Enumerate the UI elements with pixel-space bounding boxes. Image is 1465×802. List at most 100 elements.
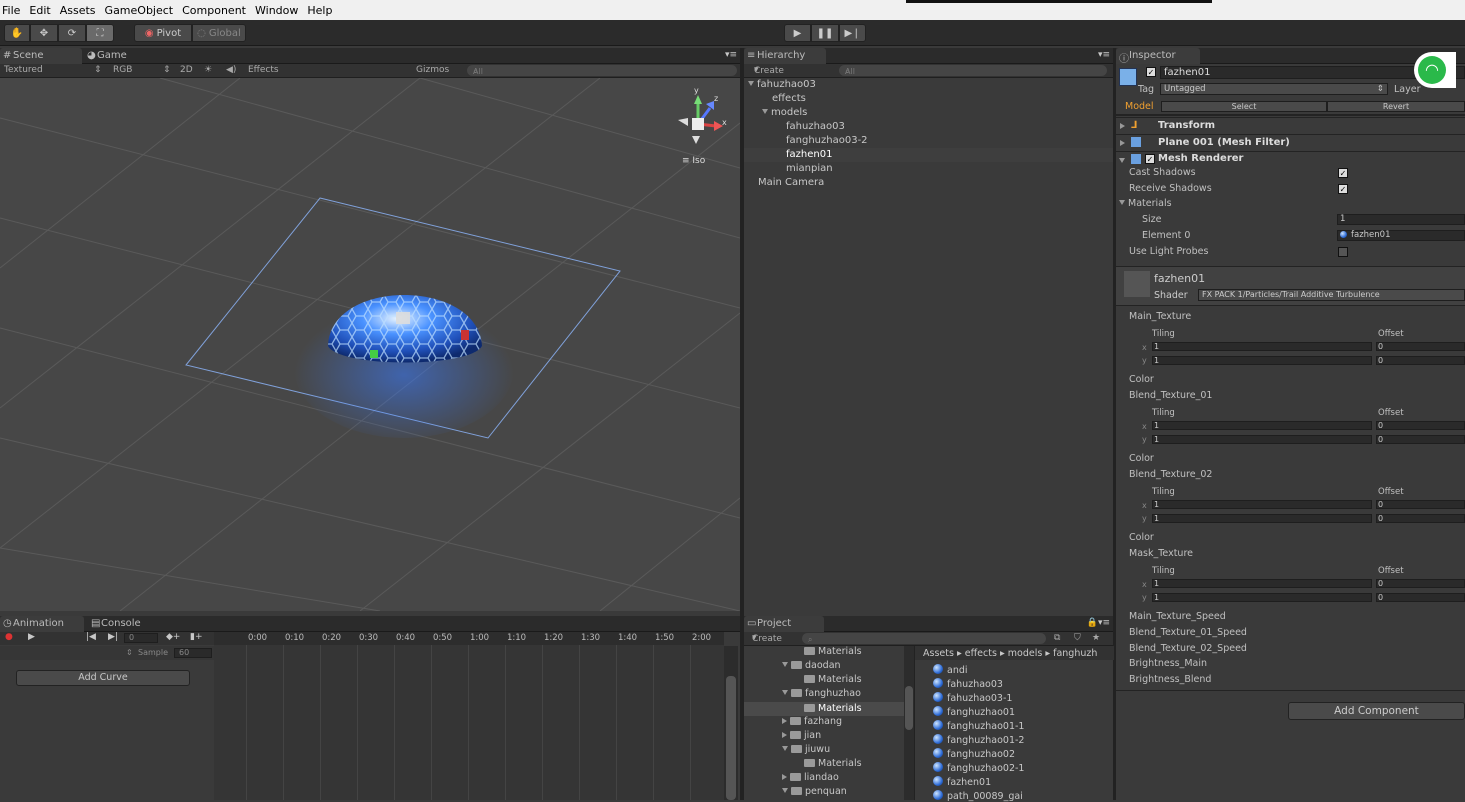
hierarchy-menu-icon[interactable]: ▾≡ [1098,50,1110,60]
favorite-icon[interactable]: ★ [1092,633,1100,643]
asset-item[interactable]: fanghuzhao01-2 [933,734,1024,746]
offset-field[interactable]: 0 [1376,356,1465,365]
tab-project[interactable]: ▭ Project [744,616,824,632]
record-icon[interactable]: ● [5,632,13,642]
y-handle[interactable] [370,350,378,358]
breadcrumb-item[interactable]: Assets [923,648,954,659]
asset-item[interactable]: fahuzhao03-1 [933,692,1012,704]
play-icon[interactable]: ▶ [28,632,35,642]
tab-inspector[interactable]: ⓘ Inspector [1116,48,1200,65]
step-button[interactable]: ▶❘ [839,24,866,42]
frame-field[interactable]: 0 [124,633,158,643]
asset-item[interactable]: fanghuzhao01 [933,706,1015,718]
move-tool-button[interactable]: ✥ [30,24,58,42]
collapse-arrow-icon[interactable] [782,718,787,724]
project-folder-item[interactable]: fanghuzhao [782,688,861,699]
project-folder-item[interactable]: Materials [804,674,862,685]
hierarchy-item[interactable]: fanghuzhao03-2 [786,135,868,146]
tiling-field[interactable]: 1 [1152,356,1372,365]
tiling-field[interactable]: 1 [1152,421,1372,430]
light-probes-checkbox[interactable] [1338,247,1348,257]
scene-view[interactable]: y z x ≡ Iso [0,78,740,611]
select-button[interactable]: Select [1161,101,1327,112]
project-folder-item[interactable]: Materials [804,758,862,769]
asset-item[interactable]: fanghuzhao01-1 [933,720,1024,732]
next-key-icon[interactable]: ▶| [108,632,118,642]
project-folder-item[interactable]: Materials [744,702,904,716]
cast-shadows-checkbox[interactable]: ✓ [1338,168,1348,178]
project-folder-item[interactable]: fazhang [782,716,842,727]
materials-foldout[interactable]: Materials [1119,198,1172,209]
add-component-button[interactable]: Add Component [1288,702,1465,720]
filter-type-icon[interactable]: ⧉ [1054,633,1060,643]
sample-field[interactable]: 60 [174,648,212,658]
menu-component[interactable]: Component [180,4,251,17]
global-toggle[interactable]: ◌ Global [192,24,246,42]
breadcrumb-item[interactable]: effects [965,648,997,659]
pivot-handle[interactable] [396,312,410,324]
lighting-icon[interactable]: ☀ [204,65,212,75]
orientation-gizmo[interactable]: y z x [672,86,728,146]
project-folder-item[interactable]: penquan [782,786,847,797]
revert-button[interactable]: Revert [1327,101,1465,112]
offset-field[interactable]: 0 [1376,342,1465,351]
tab-animation[interactable]: ◷ Animation [0,616,84,632]
expand-arrow-icon[interactable] [782,662,788,667]
scrollbar-thumb[interactable] [726,676,736,800]
breadcrumb-item[interactable]: fanghuzh [1053,648,1097,659]
add-curve-button[interactable]: Add Curve [16,670,190,686]
play-button[interactable]: ▶ [784,24,811,42]
collapse-arrow-icon[interactable] [782,732,787,738]
project-folder-item[interactable]: daodan [782,660,841,671]
gizmos-dropdown[interactable]: Gizmos [416,65,449,75]
hand-tool-button[interactable]: ✋ [4,24,30,42]
menu-gameobject[interactable]: GameObject [103,4,179,17]
project-folder-item[interactable]: jian [782,730,821,741]
active-checkbox[interactable]: ✓ [1146,67,1156,77]
prev-key-icon[interactable]: |◀ [86,632,96,642]
hierarchy-item-selected[interactable]: fazhen01 [744,148,1113,162]
asset-item[interactable]: fanghuzhao02-1 [933,762,1024,774]
x-handle[interactable] [461,330,469,340]
breadcrumb-item[interactable]: models [1008,648,1043,659]
offset-field[interactable]: 0 [1376,435,1465,444]
hierarchy-create-dropdown[interactable]: Create ▾ [754,65,784,76]
tiling-field[interactable]: 1 [1152,500,1372,509]
hierarchy-item[interactable]: models [762,107,807,118]
tiling-field[interactable]: 1 [1152,342,1372,351]
hierarchy-item[interactable]: fahuzhao03 [786,121,845,132]
expand-arrow-icon[interactable] [782,788,788,793]
scale-tool-button[interactable]: ⛶ [86,24,114,42]
timeline-ruler[interactable]: 0:00 0:10 0:20 0:30 0:40 0:50 1:00 1:10 1:20 1:30… [214,632,724,645]
transform-header[interactable]: ⅃ Transform [1116,117,1465,133]
hierarchy-item[interactable]: effects [772,93,806,104]
asset-item[interactable]: fazhen01 [933,776,991,788]
element0-field[interactable]: fazhen01 [1337,230,1465,241]
offset-field[interactable]: 0 [1376,421,1465,430]
color-mode-dropdown[interactable]: RGB [113,65,132,75]
offset-field[interactable]: 0 [1376,514,1465,523]
menu-file[interactable]: File [0,4,25,17]
asset-item[interactable]: path_00089_gai [933,790,1023,802]
tab-scene[interactable]: # Scene [0,48,82,64]
shader-dropdown[interactable]: FX PACK 1/Particles/Trail Additive Turbu… [1198,289,1465,301]
tiling-field[interactable]: 1 [1152,579,1372,588]
offset-field[interactable]: 0 [1376,579,1465,588]
iso-toggle[interactable]: ≡ Iso [682,156,705,166]
asset-item[interactable]: fanghuzhao02 [933,748,1015,760]
effects-dropdown[interactable]: Effects [248,65,279,75]
tab-game[interactable]: ◕ Game [84,48,135,64]
filter-label-icon[interactable]: ⛉ [1074,633,1081,643]
expand-arrow-icon[interactable] [782,690,788,695]
project-create-dropdown[interactable]: Create ▾ [752,633,782,644]
expand-arrow-icon[interactable] [748,81,754,86]
animation-scrollbar[interactable] [724,646,738,800]
tiling-field[interactable]: 1 [1152,435,1372,444]
project-folder-item[interactable]: Materials [804,646,862,657]
rotate-tool-button[interactable]: ⟳ [58,24,86,42]
tag-dropdown[interactable]: Untagged ⇕ [1160,83,1388,95]
add-event-icon[interactable]: ▮+ [190,632,203,642]
tab-console[interactable]: ▤ Console [88,616,149,632]
scene-search-input[interactable]: ⌕ All [467,65,737,76]
render-mode-dropdown[interactable]: Textured [4,65,43,75]
